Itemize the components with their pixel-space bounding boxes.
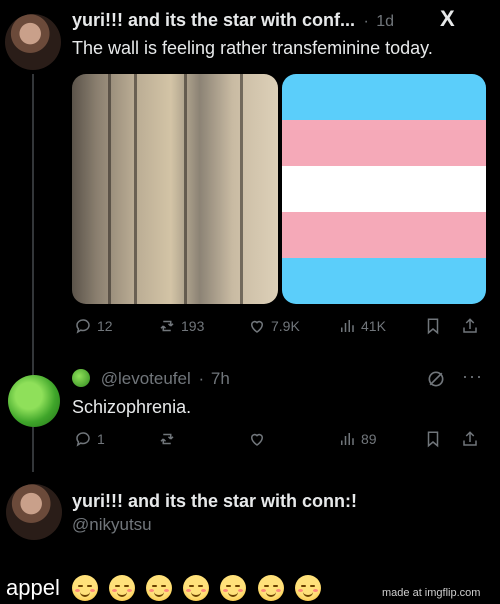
like-count: 7.9K [271,318,300,334]
heart-icon [250,433,264,446]
flag-stripe [282,120,486,166]
apple-emoji-icon [72,369,90,387]
flag-stripe [282,74,486,120]
tweet1-image-wall[interactable] [72,74,278,304]
views-bar-chart-icon [341,320,354,332]
reply-like-button[interactable] [248,430,266,448]
tweet1-time[interactable]: 1d [376,13,394,30]
relieved-face-icon [294,575,321,602]
repost-button[interactable]: 193 [158,317,204,335]
reply-icon [76,319,90,334]
reply-bookmark-button[interactable] [424,430,442,448]
reply-time[interactable]: 7h [211,369,230,388]
views-count: 41K [361,318,386,334]
more-options-icon[interactable]: ··· [462,366,483,387]
imgflip-watermark: made at imgflip.com [382,587,481,599]
tweet1-avatar[interactable] [5,14,61,70]
reply-avatar-green-apple[interactable] [8,375,60,427]
reply-count: 12 [97,318,113,334]
views-bar-chart-icon [341,433,354,445]
relieved-face-icon [183,575,210,602]
repost-count: 193 [181,318,205,334]
share-button[interactable] [461,317,479,335]
tweet1-display-name[interactable]: yuri!!! and its the star with conf... [72,10,355,30]
bookmark-icon [427,318,439,335]
tweet1-text: The wall is feeling rather transfeminine… [72,38,433,58]
wall-panel-edge [108,74,111,304]
flag-stripe [282,212,486,258]
views-button[interactable]: 41K [338,317,386,335]
like-button[interactable]: 7.9K [248,317,300,335]
reply-icon [76,432,90,447]
share-icon [463,431,477,446]
flag-stripe [282,258,486,304]
reply-views-button[interactable]: 89 [338,430,377,448]
reply-repost-button[interactable] [158,430,176,448]
reply-text: Schizophrenia. [72,397,192,417]
tweet1-dot: · [363,13,369,30]
reply-reply-count: 1 [97,431,105,447]
share-icon [463,318,477,333]
meme-caption: appel [6,574,326,602]
relieved-face-icon [146,575,173,602]
reply-views-count: 89 [361,431,377,447]
tweet1-header: yuri!!! and its the star with conf... · … [72,10,472,34]
tweet3-handle[interactable]: @nikyutsu [72,515,152,535]
grok-slash-icon[interactable] [426,369,446,389]
bookmark-button[interactable] [424,317,442,335]
reply-share-button[interactable] [461,430,479,448]
tweet1-image-trans-flag[interactable] [282,74,486,304]
tweet3-display-name[interactable]: yuri!!! and its the star with conn:! [72,491,357,512]
wall-panel-edge [184,74,187,304]
x-logo-icon[interactable]: X [440,8,462,30]
grok-icon-svg [428,371,444,387]
x-logo-text: X [440,6,455,31]
repost-icon [160,433,174,445]
wall-panel-edge [134,74,137,304]
relieved-face-icon [109,575,136,602]
reply-handle[interactable]: @levoteufel [101,369,191,388]
reply-header: @levoteufel · 7h [72,369,452,393]
reply-reply-button[interactable]: 1 [74,430,105,448]
relieved-face-icon [71,575,98,602]
flag-stripe [282,166,486,212]
heart-icon [250,320,264,333]
relieved-face-icon [257,575,284,602]
wall-panel-edge [240,74,243,304]
bookmark-icon [427,431,439,448]
reply-dot: · [198,369,205,388]
repost-icon [160,320,174,332]
tweet3-avatar[interactable] [6,484,62,540]
relieved-face-icon [220,575,247,602]
caption-text: appel [6,575,60,601]
reply-button[interactable]: 12 [74,317,113,335]
